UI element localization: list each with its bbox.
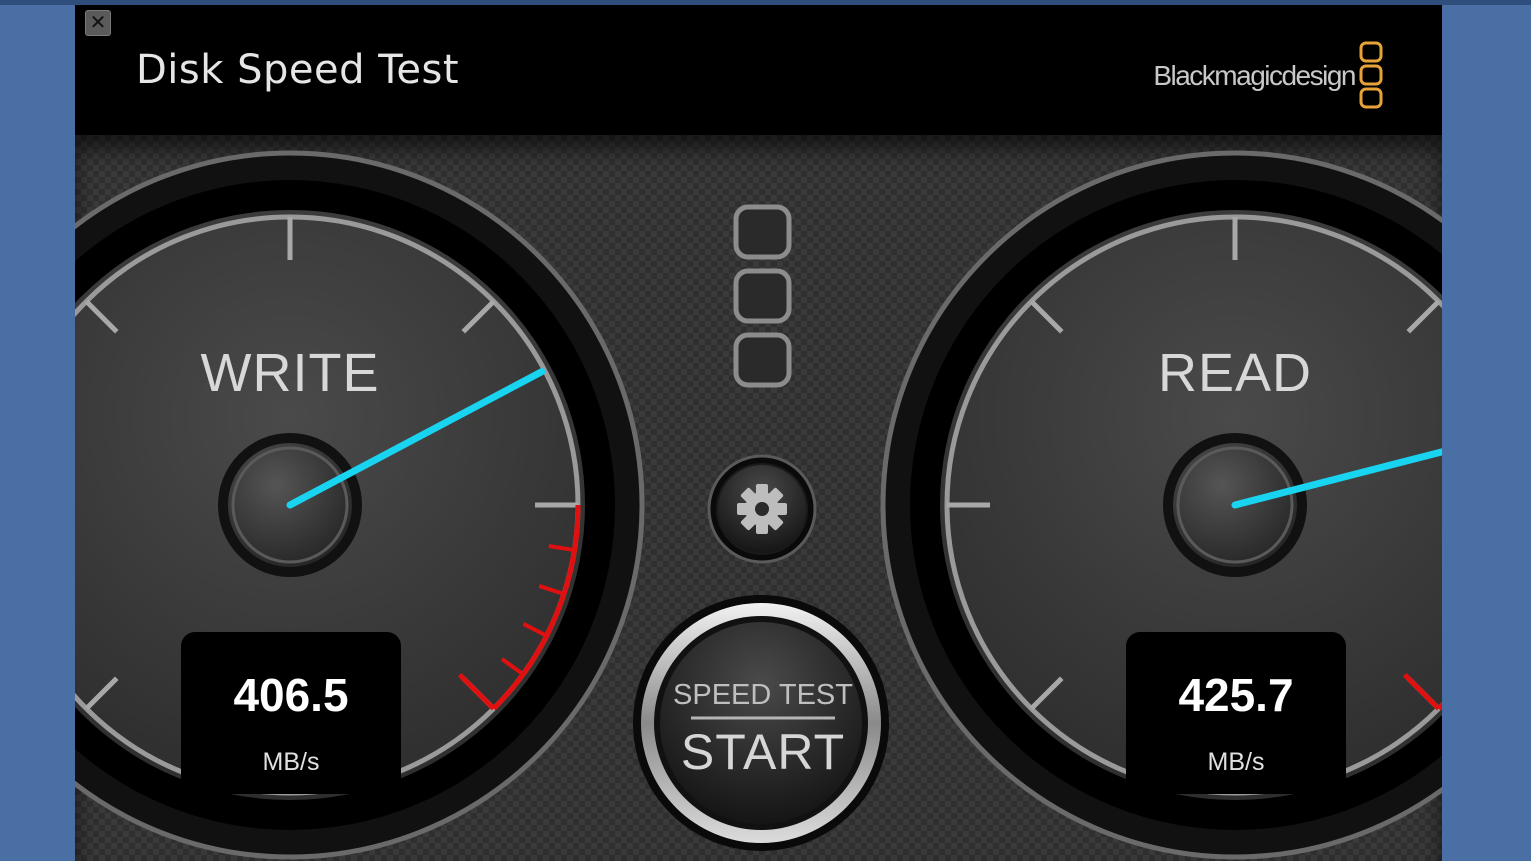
read-label: READ: [1157, 343, 1313, 403]
read-value: 425.7: [1178, 669, 1294, 721]
start-label: START: [680, 724, 846, 780]
write-value: 406.5: [233, 669, 349, 721]
start-caption: SPEED TEST: [673, 679, 853, 711]
read-unit: MB/s: [1207, 748, 1265, 776]
center-logo-icon: [733, 204, 792, 388]
settings-button[interactable]: [707, 454, 817, 564]
write-label: WRITE: [200, 343, 380, 403]
app-window: ✕ Disk Speed Test Blackmagicdesign WRITE…: [75, 5, 1442, 861]
write-unit: MB/s: [262, 748, 320, 776]
gear-icon: [737, 484, 787, 534]
